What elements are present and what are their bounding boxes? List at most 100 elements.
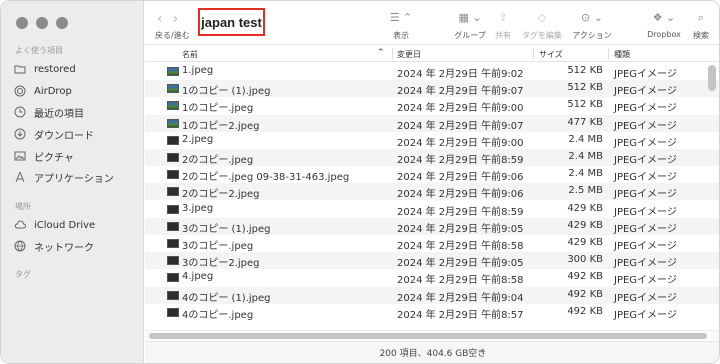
dropbox-label: Dropbox <box>647 30 681 39</box>
image-thumbnail-icon <box>167 118 179 128</box>
sidebar-item-icloud-drive[interactable]: iCloud Drive <box>14 217 95 233</box>
file-date: 2024 年 2月29日 午前9:05 <box>397 223 524 235</box>
sidebar-item-airdrop[interactable]: AirDrop <box>14 83 72 99</box>
sidebar-item-pictures[interactable]: ピクチャ <box>14 148 74 164</box>
dropbox-button[interactable]: ❖ ⌄ Dropbox <box>645 11 683 39</box>
file-date: 2024 年 2月29日 午前9:00 <box>397 103 524 115</box>
column-date[interactable]: 変更日 <box>397 49 421 60</box>
file-kind: JPEGイメージ <box>614 309 677 321</box>
file-size: 512 KB <box>567 82 603 94</box>
table-row[interactable]: 1のコピー.jpeg 2024 年 2月29日 午前9:00 512 KB JPEGイ… <box>145 97 719 115</box>
file-kind: JPEGイメージ <box>614 275 677 287</box>
file-kind: JPEGイメージ <box>614 223 677 235</box>
tag-icon: ◇ <box>537 11 547 24</box>
file-name: 1.jpeg <box>182 65 214 76</box>
file-size: 300 KB <box>567 254 603 266</box>
folder-title-highlight: japan test <box>198 8 265 36</box>
share-icon: ⇪ <box>498 11 508 24</box>
table-row[interactable]: 4のコピー.jpeg 2024 年 2月29日 午前8:57 492 KB JPEGイ… <box>145 304 719 321</box>
sidebar-item-label: ネットワーク <box>34 242 94 254</box>
image-thumbnail-icon <box>167 307 179 317</box>
more-actions-icon: ⊙ ⌄ <box>581 11 603 24</box>
file-size: 429 KB <box>567 219 603 231</box>
action-label: アクション <box>572 31 612 40</box>
edit-tags-label: タグを編集 <box>522 31 562 40</box>
horizontal-scrollbar[interactable] <box>149 333 707 339</box>
column-divider[interactable] <box>392 48 393 59</box>
column-kind[interactable]: 種類 <box>614 49 630 60</box>
image-thumbnail-icon <box>167 256 179 266</box>
table-row[interactable]: 2.jpeg 2024 年 2月29日 午前9:00 2.4 MB JPEGイメージ <box>145 132 719 149</box>
sidebar-item-applications[interactable]: アプリケーション <box>14 169 114 185</box>
image-thumbnail-icon <box>167 221 179 231</box>
back-icon[interactable]: ‹ <box>157 12 163 26</box>
table-row[interactable]: 3.jpeg 2024 年 2月29日 午前8:59 429 KB JPEGイメージ <box>145 201 719 218</box>
file-kind: JPEGイメージ <box>614 172 677 184</box>
file-size: 492 KB <box>567 305 603 317</box>
file-size: 492 KB <box>567 288 603 300</box>
file-name: 3のコピー2.jpeg <box>182 258 260 270</box>
sidebar-item-restored[interactable]: restored <box>14 61 76 77</box>
file-size: 492 KB <box>567 271 603 283</box>
view-button[interactable]: ☰ ⌃ 表示 <box>389 11 413 41</box>
forward-icon[interactable]: › <box>173 12 179 26</box>
back-forward-controls: ‹ › <box>157 12 178 26</box>
close-window-button[interactable] <box>16 17 28 29</box>
file-size: 2.5 MB <box>568 185 603 197</box>
vertical-scrollbar[interactable] <box>708 65 716 91</box>
clock-icon <box>14 106 26 118</box>
table-row[interactable]: 2のコピー.jpeg 09-38-31-463.jpeg 2024 年 2月29日… <box>145 166 719 184</box>
table-row[interactable]: 3のコピー2.jpeg 2024 年 2月29日 午前9:05 300 KB JPEG… <box>145 252 719 270</box>
file-date: 2024 年 2月29日 午前8:57 <box>397 309 524 321</box>
column-size[interactable]: サイズ <box>539 49 563 60</box>
table-row[interactable]: 1のコピー2.jpeg 2024 年 2月29日 午前9:07 477 KB JPEG… <box>145 114 719 132</box>
table-row[interactable]: 3のコピー.jpeg 2024 年 2月29日 午前8:58 429 KB JPEGイ… <box>145 235 719 252</box>
column-divider[interactable] <box>608 48 609 59</box>
table-row[interactable]: 1のコピー (1).jpeg 2024 年 2月29日 午前9:07 512 KB J… <box>145 80 719 98</box>
table-row[interactable]: 3のコピー (1).jpeg 2024 年 2月29日 午前9:05 429 KB J… <box>145 217 719 235</box>
image-thumbnail-icon <box>167 67 179 76</box>
file-size: 477 KB <box>567 116 603 128</box>
sidebar-item-downloads[interactable]: ダウンロード <box>14 126 94 142</box>
file-date: 2024 年 2月29日 午前8:59 <box>397 155 524 166</box>
file-name: 2のコピー.jpeg <box>182 155 254 166</box>
file-kind: JPEGイメージ <box>614 206 677 218</box>
search-label: 検索 <box>693 31 709 40</box>
file-name: 2.jpeg <box>182 133 214 145</box>
finder-window: よく使う項目 restored AirDrop 最近の項目 ダウンロード ピクチ… <box>0 0 720 364</box>
edit-tags-button[interactable]: ◇ タグを編集 <box>521 11 563 41</box>
column-header: 名前 ⌃ 変更日 サイズ 種類 <box>145 45 719 62</box>
file-size: 512 KB <box>567 99 603 111</box>
column-name[interactable]: 名前 <box>182 49 198 60</box>
airdrop-icon <box>14 85 26 97</box>
folder-icon <box>14 65 26 74</box>
column-divider[interactable] <box>533 48 534 59</box>
file-kind: JPEGイメージ <box>614 189 677 201</box>
folder-title: japan test <box>201 14 262 30</box>
table-row[interactable]: 2のコピー.jpeg 2024 年 2月29日 午前8:59 2.4 MB JPEGイ… <box>145 149 719 166</box>
table-row[interactable]: 4.jpeg 2024 年 2月29日 午前8:58 492 KB JPEGイメージ <box>145 269 719 287</box>
file-size: 2.4 MB <box>568 133 603 145</box>
sidebar-item-network[interactable]: ネットワーク <box>14 238 94 254</box>
file-size: 429 KB <box>567 202 603 214</box>
image-thumbnail-icon <box>167 290 179 300</box>
share-button[interactable]: ⇪ 共有 <box>493 11 513 41</box>
group-button[interactable]: ▦ ⌄ グループ <box>451 11 489 41</box>
group-label: グループ <box>454 31 486 40</box>
zoom-window-button[interactable] <box>56 17 68 29</box>
table-row[interactable]: 1.jpeg 2024 年 2月29日 午前9:02 512 KB JPEGイメージ <box>145 63 719 80</box>
file-date: 2024 年 2月29日 午前9:04 <box>397 292 524 304</box>
image-thumbnail-icon <box>167 153 179 162</box>
sidebar-item-recents[interactable]: 最近の項目 <box>14 104 84 120</box>
file-kind: JPEGイメージ <box>614 103 677 115</box>
file-date: 2024 年 2月29日 午前8:58 <box>397 241 524 252</box>
sort-chevron-up-icon[interactable]: ⌃ <box>377 48 385 58</box>
table-row[interactable]: 2のコピー2.jpeg 2024 年 2月29日 午前9:06 2.5 MB JPEG… <box>145 183 719 201</box>
table-row[interactable]: 4のコピー (1).jpeg 2024 年 2月29日 午前9:04 492 KB J… <box>145 286 719 304</box>
minimize-window-button[interactable] <box>36 17 48 29</box>
search-button[interactable]: ⌕ 検索 <box>691 11 711 41</box>
action-button[interactable]: ⊙ ⌄ アクション <box>571 11 613 41</box>
file-list: 1.jpeg 2024 年 2月29日 午前9:02 512 KB JPEGイメージ 1… <box>145 63 719 331</box>
favorites-section-label: よく使う項目 <box>15 46 63 55</box>
image-thumbnail-icon <box>167 187 179 197</box>
